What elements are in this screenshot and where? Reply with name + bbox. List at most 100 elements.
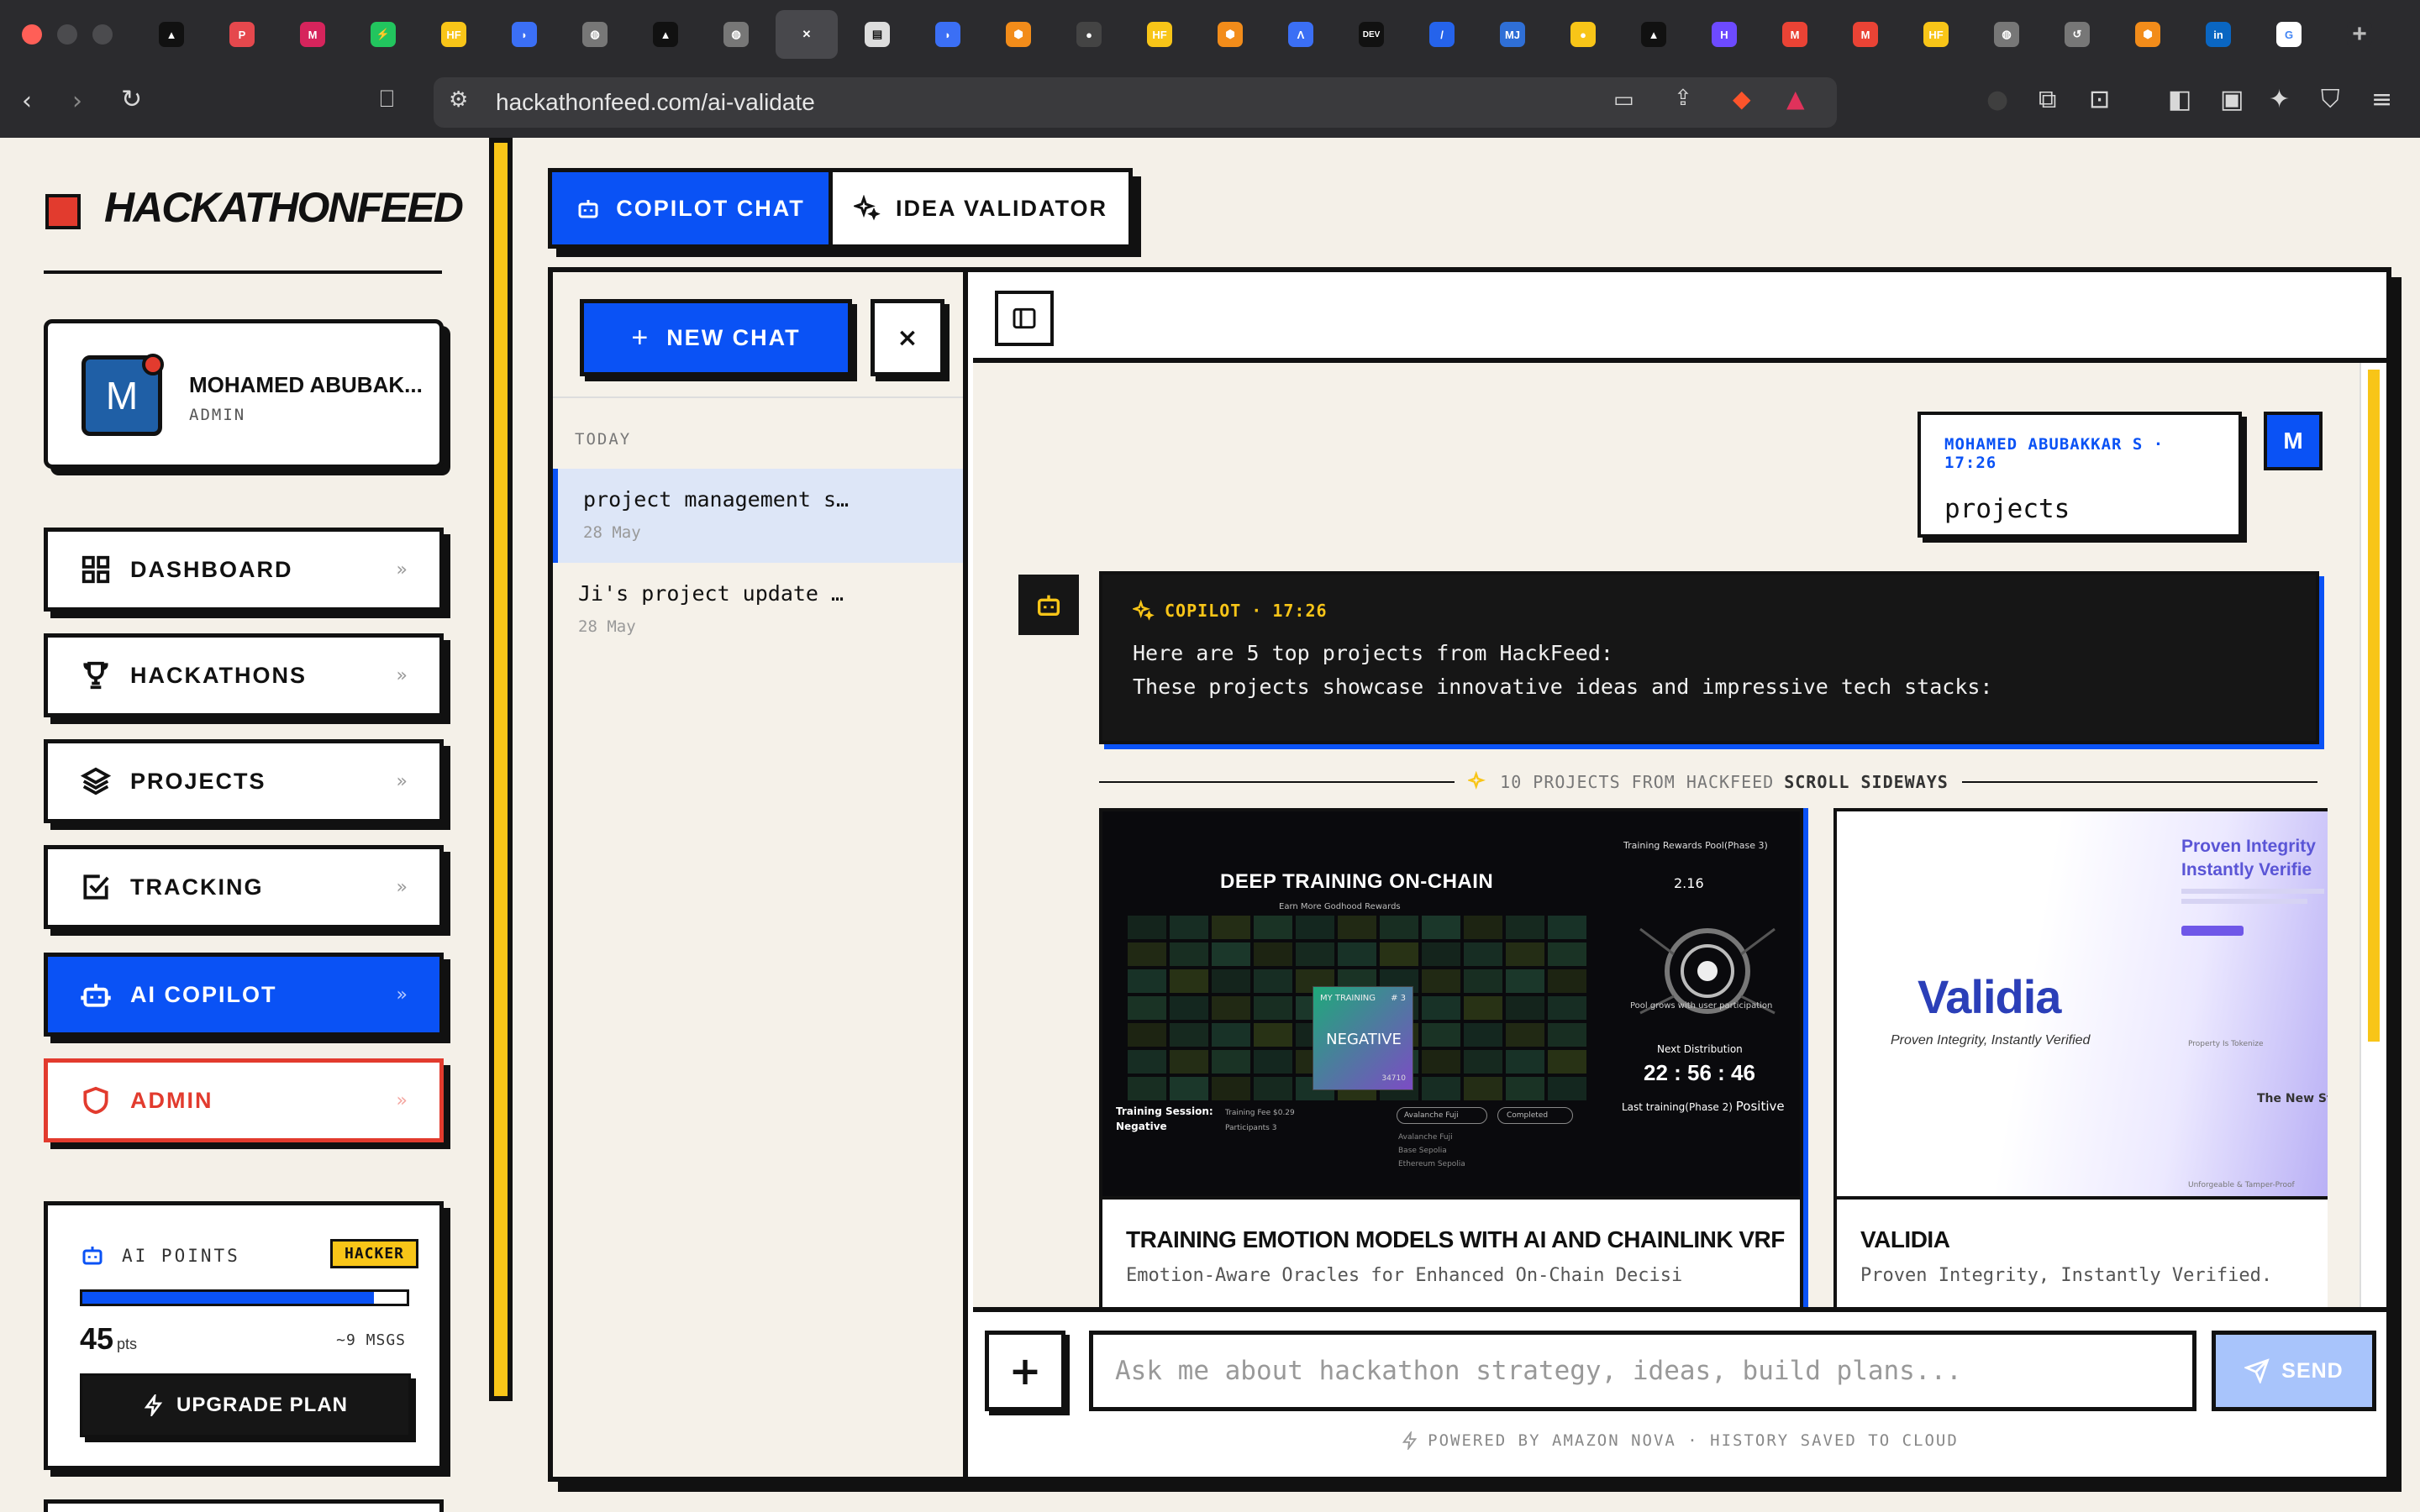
menu-icon[interactable]: ≡ [2371,87,2392,113]
browser-tab[interactable]: M [292,14,333,55]
browser-tab[interactable]: HF [434,14,474,55]
reload-icon[interactable]: ↻ [121,87,142,113]
browser-tab[interactable]: ✕ [776,10,838,59]
nav-label: HACKATHONS [130,662,307,688]
project-card[interactable]: DEEP TRAINING ON-CHAIN Earn More Godhood… [1099,808,1803,1307]
profile-card[interactable]: M MOHAMED ABUBAK... ADMIN [44,319,444,469]
tab-copilot-chat[interactable]: COPILOT CHAT [552,172,833,244]
nav-ai-copilot[interactable]: AI COPILOT » [44,953,444,1037]
screenshot-icon[interactable]: ⊡ [2089,87,2110,113]
nav-projects[interactable]: PROJECTS » [44,739,444,823]
browser-tab[interactable]: DEV [1351,14,1392,55]
nav-hackathons[interactable]: HACKATHONS » [44,633,444,717]
browser-tab[interactable]: ▲ [645,14,686,55]
globe-icon: ◍ [723,22,749,47]
site-settings-icon[interactable]: ⚙ [449,89,468,111]
browser-tab[interactable]: H [1704,14,1744,55]
project-card[interactable]: Validia Proven Integrity, Instantly Veri… [1833,808,2328,1307]
mosaic-tile [1254,969,1292,993]
close-window-button[interactable] [22,24,42,45]
nav-tracking[interactable]: TRACKING » [44,845,444,929]
mosaic-tile [1548,942,1586,966]
message-input[interactable] [1089,1331,2196,1411]
browser-tab[interactable]: M [1845,14,1886,55]
mosaic-tile [1254,996,1292,1020]
browser-tab[interactable]: Λ [1281,14,1321,55]
nav-dashboard[interactable]: DASHBOARD » [44,528,444,612]
browser-tab[interactable]: ◍ [1986,14,2027,55]
wallet-icon[interactable]: ▣ [2220,87,2244,113]
sidebar-scrollbar[interactable] [489,138,513,1401]
browser-tab[interactable]: + [2339,14,2380,55]
robot-icon [578,200,598,218]
browser-tab[interactable]: ⬢ [1210,14,1250,55]
browser-tab[interactable]: ▤ [857,14,897,55]
upgrade-plan-button[interactable]: UPGRADE PLAN [80,1373,411,1437]
browser-tab[interactable]: ◗ [504,14,544,55]
browser-tab[interactable]: in [2198,14,2238,55]
brave-shield-icon[interactable]: ◆ [1733,87,1751,111]
forward-icon[interactable]: › [72,89,82,114]
gmail-icon: M [1853,22,1878,47]
browser-tab[interactable]: ▲ [151,14,192,55]
browser-tab[interactable]: G [2269,14,2309,55]
nav-admin[interactable]: ADMIN » [44,1058,444,1142]
address-bar[interactable]: ⚙ hackathonfeed.com/ai-validate ▭ ⇪ ◆ ▲ [434,77,1837,128]
bookmark-icon[interactable]: ⎕ [380,87,394,111]
browser-tab[interactable]: MJ [1492,14,1533,55]
browser-tab[interactable]: ◍ [575,14,615,55]
chat-scrollbar-thumb[interactable] [2368,370,2380,1042]
browser-tab[interactable]: ⬢ [998,14,1039,55]
browser-tab[interactable]: ● [1563,14,1603,55]
mosaic-tile [1170,942,1208,966]
cast-icon[interactable]: ▭ [1613,89,1634,111]
share-icon[interactable]: ⇪ [1674,87,1692,109]
send-button[interactable]: SEND [2212,1331,2376,1411]
message-author: MOHAMED ABUBAKKAR S [1944,435,2144,454]
send-label: SEND [2281,1358,2344,1383]
maximize-window-button[interactable] [92,24,113,45]
a-logo-icon: Λ [1288,22,1313,47]
browser-tab[interactable]: M [1775,14,1815,55]
mosaic-tile [1506,1050,1544,1074]
browser-tab[interactable]: ⬢ [2128,14,2168,55]
attach-button[interactable]: + [985,1331,1065,1411]
new-chat-button[interactable]: + NEW CHAT [580,299,852,376]
tab-idea-validator[interactable]: IDEA VALIDATOR [833,172,1128,244]
chevron-right-icon: » [396,876,408,898]
extensions-icon[interactable]: ⧉ [2039,87,2056,113]
browser-tab[interactable]: ▲ [1634,14,1674,55]
browser-tab[interactable]: P [222,14,262,55]
brave-rewards-icon[interactable]: ▲ [1786,87,1805,111]
sidebar-toggle-icon[interactable]: ◧ [2168,87,2191,113]
tier-badge: HACKER [330,1239,419,1268]
url-text[interactable]: hackathonfeed.com/ai-validate [496,89,815,116]
nav-label: AI COPILOT [130,981,277,1007]
sidebar-scrollbar-thumb[interactable] [494,143,508,1396]
browser-toolbar: ‹ › ↻ ⎕ ⚙ hackathonfeed.com/ai-validate … [0,69,2420,138]
app-logo[interactable]: HACKATHONFEED [104,183,464,232]
history-item[interactable]: Ji's project update … 28 May [553,563,963,657]
browser-tab[interactable]: ⚡ [363,14,403,55]
back-icon[interactable]: ‹ [22,89,32,114]
browser-tab[interactable]: ● [1069,14,1109,55]
profile-dot-icon[interactable]: ● [1986,87,2008,113]
history-icon: ↺ [2065,22,2090,47]
browser-tab[interactable]: HF [1916,14,1956,55]
mosaic-tile [1212,1050,1250,1074]
chat-scrollbar[interactable] [2360,363,2386,1307]
history-item[interactable]: project management s… 28 May [553,469,963,563]
browser-tab[interactable]: / [1422,14,1462,55]
mosaic-tile [1128,996,1166,1020]
leo-ai-icon[interactable]: ✦ [2269,87,2290,113]
browser-tab[interactable]: ◗ [928,14,968,55]
browser-tab[interactable]: ↺ [2057,14,2097,55]
toggle-history-button[interactable] [995,291,1054,346]
minimize-window-button[interactable] [57,24,77,45]
message-list[interactable]: MOHAMED ABUBAKKAR S · 17:26 projects M C… [973,363,2386,1307]
vpn-icon[interactable]: ⛉ [2321,87,2340,113]
browser-tab[interactable]: HF [1139,14,1180,55]
browser-tab[interactable]: ◍ [716,14,756,55]
close-history-button[interactable]: × [871,299,944,376]
messages-remaining: ~9 MSGS [336,1331,406,1349]
